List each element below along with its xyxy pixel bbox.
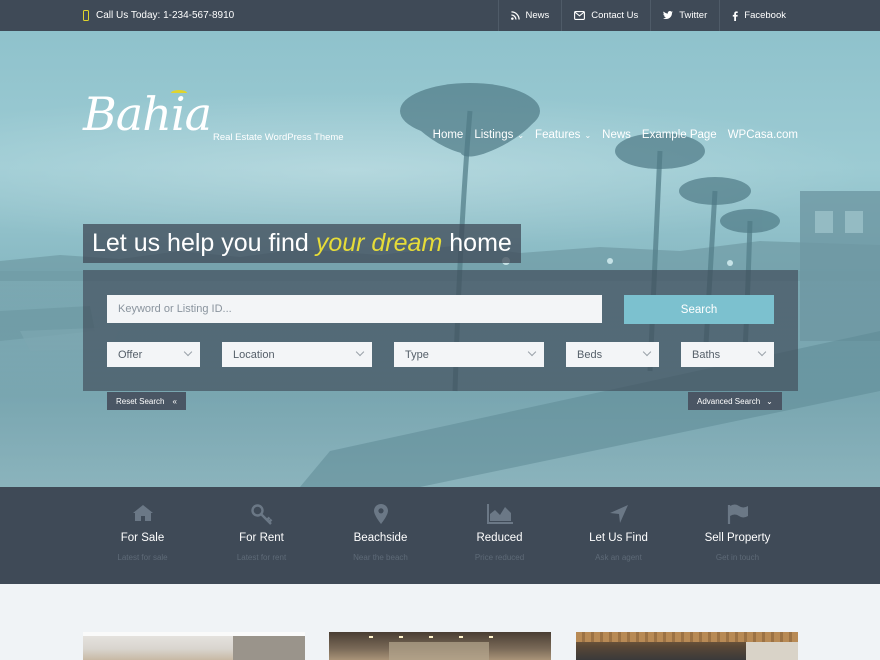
- category-title: Let Us Find: [589, 532, 648, 544]
- chevron-down-icon: [527, 347, 537, 357]
- nav-item-home[interactable]: Home: [433, 129, 464, 141]
- logo-accent-swoosh: [171, 90, 187, 96]
- beds-select[interactable]: Beds: [566, 342, 659, 367]
- property-search-panel: Keyword or Listing ID... Search Offer Lo…: [83, 270, 798, 391]
- listing-thumbnail-1[interactable]: [83, 632, 305, 660]
- top-link-label: Facebook: [744, 10, 786, 21]
- nav-item-wpcasa[interactable]: WPCasa.com: [728, 129, 798, 141]
- category-title: Beachside: [353, 532, 408, 544]
- top-link-label: Twitter: [679, 10, 708, 21]
- nav-item-example-page[interactable]: Example Page: [642, 129, 717, 141]
- type-select-value: Type: [405, 348, 429, 361]
- site-tagline: Real Estate WordPress Theme: [213, 132, 344, 143]
- advanced-search-label: Advanced Search: [697, 396, 761, 406]
- category-title: Sell Property: [704, 532, 771, 544]
- offer-select-value: Offer: [118, 348, 143, 361]
- listing-thumbnail-2[interactable]: [329, 632, 551, 660]
- top-link-label: News: [525, 10, 550, 21]
- site-logo[interactable]: Bahia: [83, 87, 212, 141]
- category-reduced[interactable]: Reduced Price reduced: [440, 487, 559, 584]
- location-arrow-icon: [609, 505, 628, 523]
- chevron-down-icon: [183, 347, 193, 357]
- category-beachside[interactable]: Beachside Near the beach: [321, 487, 440, 584]
- listing-image: [389, 642, 489, 660]
- category-subtitle: Ask an agent: [595, 553, 642, 562]
- double-chevron-left-icon: «: [172, 396, 177, 406]
- category-subtitle: Get in touch: [715, 553, 760, 562]
- mobile-phone-icon: [83, 10, 89, 21]
- hero-headline: Let us help you find your dream home: [83, 224, 521, 263]
- twitter-icon: [663, 11, 674, 20]
- nav-item-label: Example Page: [641, 129, 717, 141]
- top-links: News Contact Us Twitter Facebook: [497, 0, 798, 31]
- top-link-label: Contact Us: [591, 10, 639, 21]
- category-subtitle: Latest for rent: [236, 553, 287, 562]
- flag-icon: [727, 504, 748, 524]
- area-chart-icon: [486, 504, 513, 524]
- main-nav: Home Listings ⌄ Features ⌄ News Example Pa…: [433, 129, 798, 141]
- type-select[interactable]: Type: [394, 342, 544, 367]
- top-link-twitter[interactable]: Twitter: [650, 0, 719, 31]
- listing-image: [746, 642, 798, 660]
- category-for-rent[interactable]: For Rent Latest for rent: [202, 487, 321, 584]
- chevron-down-icon: [642, 347, 652, 357]
- hero-banner: Bahia Real Estate WordPress Theme Home L…: [0, 31, 880, 487]
- top-link-news[interactable]: News: [497, 0, 562, 31]
- top-link-facebook[interactable]: Facebook: [719, 0, 798, 31]
- reset-search-button[interactable]: Reset Search «: [107, 392, 186, 410]
- category-subtitle: Near the beach: [353, 553, 408, 562]
- call-text: Call Us Today: 1-234-567-8910: [96, 10, 235, 21]
- rss-icon: [510, 11, 520, 20]
- category-subtitle: Latest for sale: [117, 553, 168, 562]
- headline-before: Let us help you find: [92, 229, 309, 257]
- nav-item-label: Home: [432, 129, 464, 141]
- reset-search-label: Reset Search: [116, 396, 165, 406]
- listing-image-ceiling: [576, 632, 798, 642]
- baths-select-value: Baths: [692, 348, 721, 361]
- nav-item-label: News: [602, 129, 631, 141]
- listing-image-detail: [83, 632, 305, 636]
- keyword-search-input[interactable]: Keyword or Listing ID...: [107, 295, 602, 323]
- logo-text: Bahia: [83, 87, 212, 141]
- category-title: Reduced: [476, 532, 523, 544]
- location-select[interactable]: Location: [222, 342, 372, 367]
- headline-after: home: [449, 229, 512, 257]
- search-button[interactable]: Search: [624, 295, 774, 324]
- headline-highlight: your dream: [315, 229, 443, 257]
- house-icon: [132, 505, 153, 521]
- category-let-us-find[interactable]: Let Us Find Ask an agent: [559, 487, 678, 584]
- facebook-icon: [733, 10, 738, 21]
- offer-select[interactable]: Offer: [107, 342, 200, 367]
- chevron-down-icon: ⌄: [517, 130, 525, 140]
- baths-select[interactable]: Baths: [681, 342, 774, 367]
- nav-item-label: WPCasa.com: [727, 129, 798, 141]
- nav-item-listings[interactable]: Listings ⌄: [474, 129, 524, 141]
- category-title: For Rent: [239, 532, 284, 544]
- category-band: For Sale Latest for sale For Rent Latest…: [0, 487, 880, 584]
- beds-select-value: Beds: [577, 348, 603, 361]
- advanced-search-button[interactable]: Advanced Search ⌄: [688, 392, 782, 410]
- chevron-down-icon: [757, 347, 767, 357]
- category-subtitle: Price reduced: [474, 553, 525, 562]
- nav-item-label: Listings: [474, 129, 514, 141]
- envelope-icon: [574, 11, 586, 20]
- nav-item-features[interactable]: Features ⌄: [535, 129, 591, 141]
- listing-image-lights: [369, 636, 509, 638]
- chevron-down-icon: ⌄: [766, 396, 773, 406]
- listing-image: [233, 632, 305, 660]
- chevron-down-icon: ⌄: [584, 130, 592, 140]
- top-bar: Call Us Today: 1-234-567-8910 News Conta…: [0, 0, 880, 31]
- nav-item-label: Features: [535, 129, 581, 141]
- nav-item-news[interactable]: News: [602, 129, 631, 141]
- map-pin-icon: [373, 504, 388, 524]
- category-for-sale[interactable]: For Sale Latest for sale: [83, 487, 202, 584]
- listing-thumbnail-3[interactable]: [576, 632, 798, 660]
- top-link-contact[interactable]: Contact Us: [561, 0, 650, 31]
- category-title: For Sale: [120, 532, 165, 544]
- call-us: Call Us Today: 1-234-567-8910: [83, 0, 234, 31]
- category-sell-property[interactable]: Sell Property Get in touch: [678, 487, 797, 584]
- chevron-down-icon: [355, 347, 365, 357]
- location-select-value: Location: [233, 348, 275, 361]
- key-icon: [250, 504, 272, 525]
